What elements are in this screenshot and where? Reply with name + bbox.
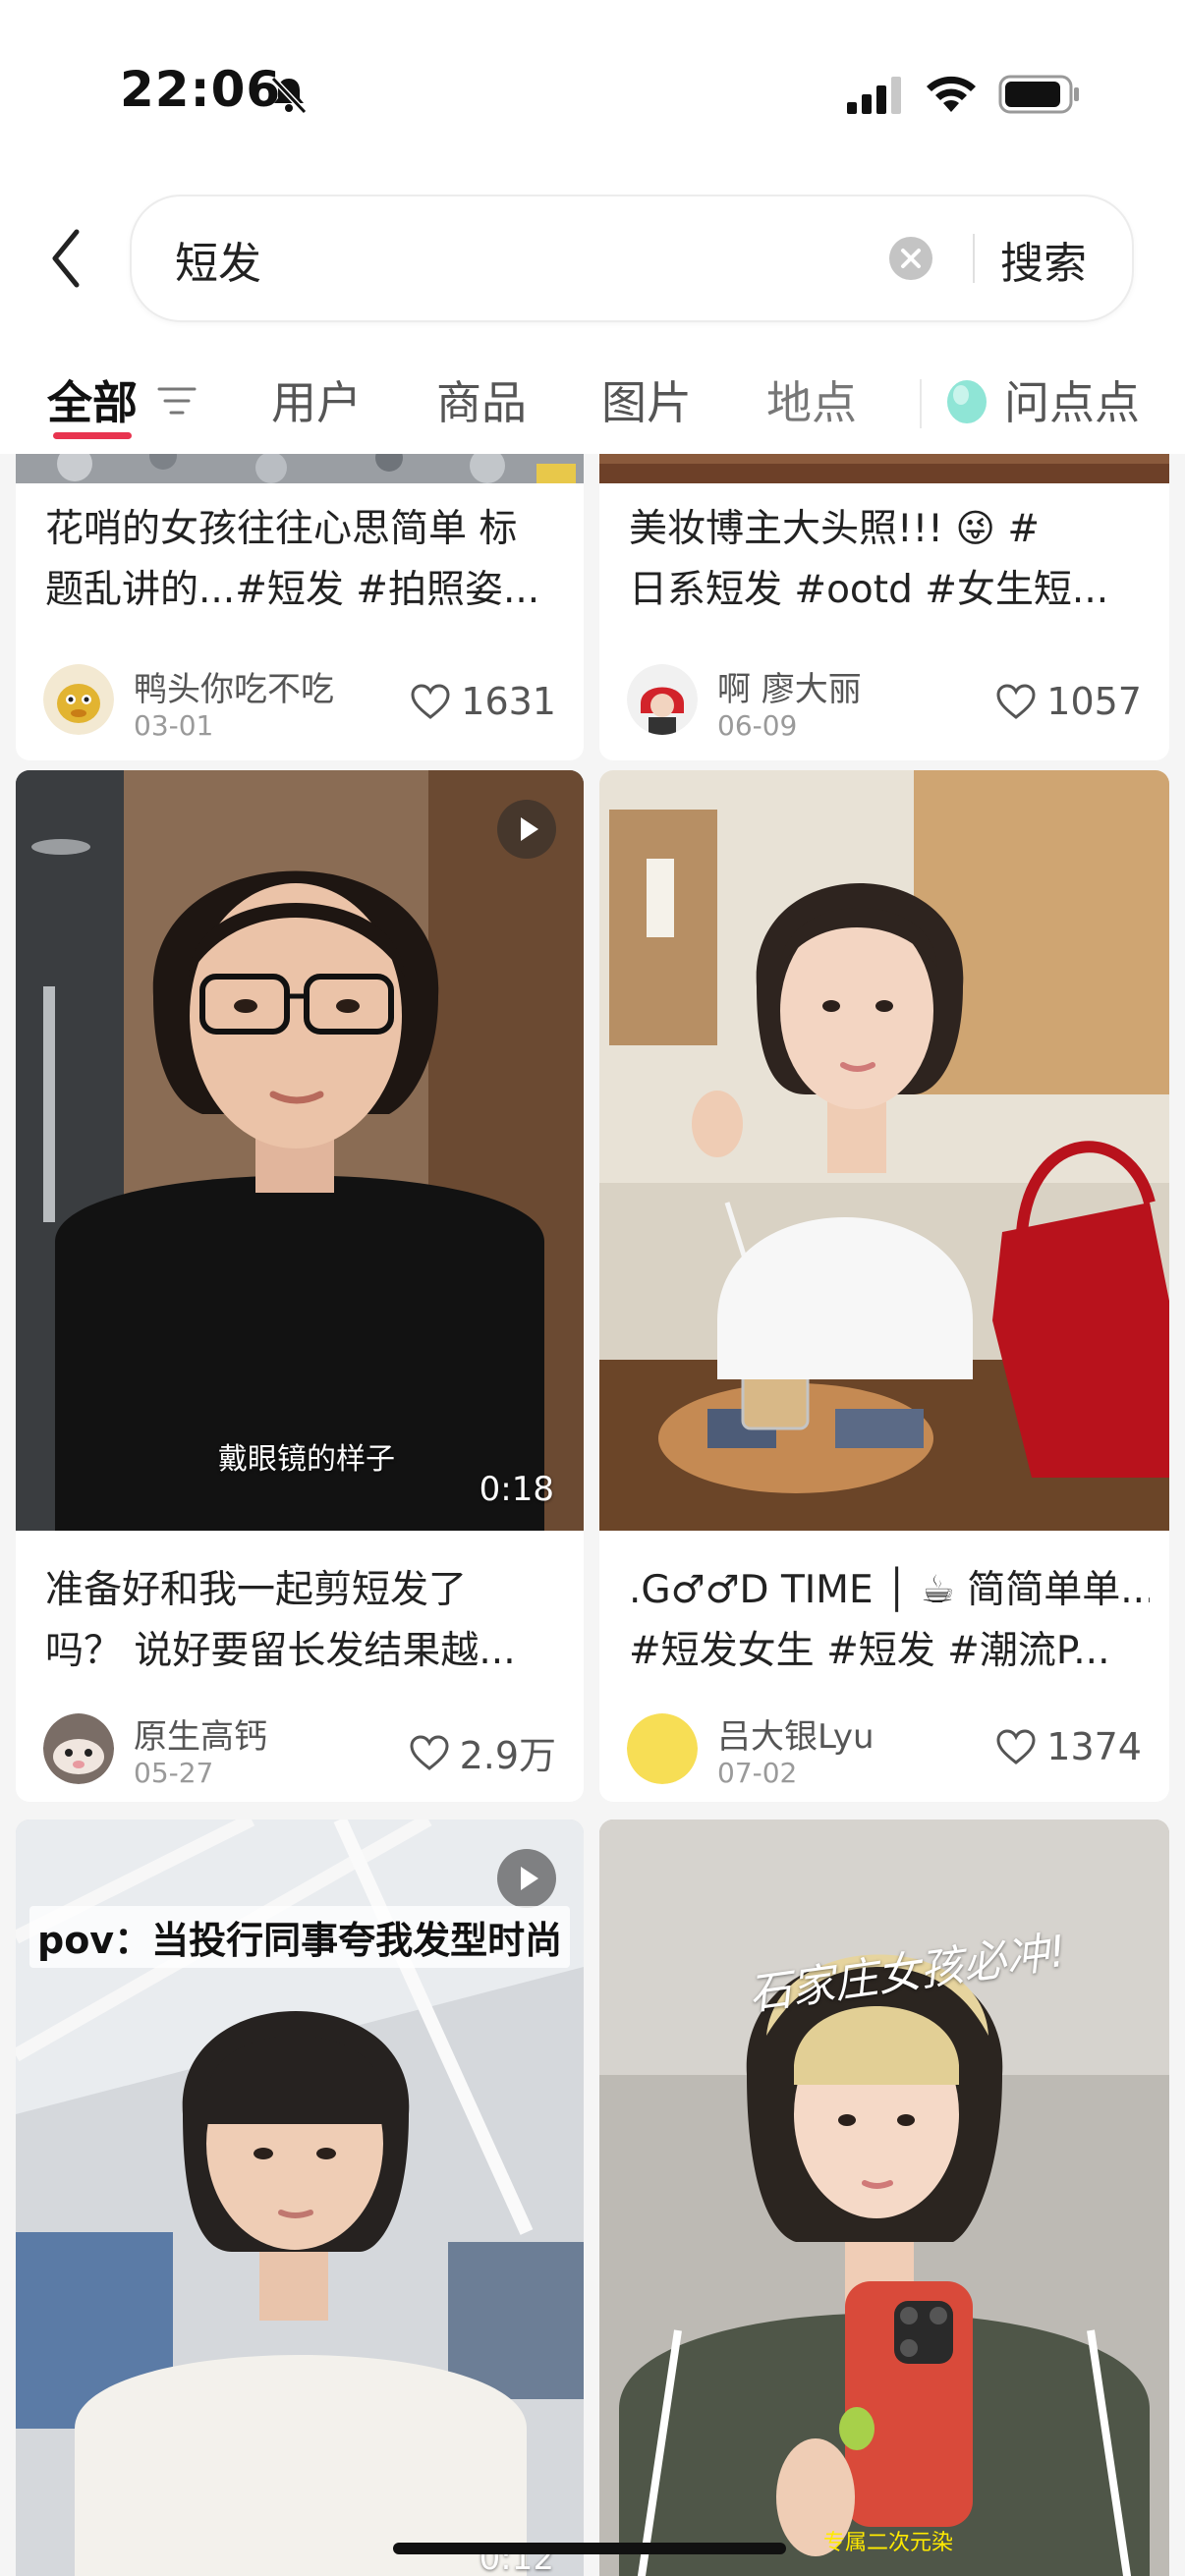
tab-users[interactable]: 用户 [271,367,362,432]
video-caption: 戴眼镜的样子 [218,1442,395,1477]
note-card[interactable]: 戴眼镜的样子 0:18 准备好和我一起剪短发了 吗？ 说好要留长发结果越... … [16,770,584,1802]
author-avatar[interactable] [43,664,114,735]
app-root: 22:06 短发 搜索 全部 用户 商品 图片 地点 问点点 花哨的女孩往往心思… [0,0,1185,2576]
author-name[interactable]: 吕大银Lyu [717,1709,875,1758]
header: 22:06 短发 搜索 全部 用户 商品 图片 地点 问点点 [0,0,1185,454]
author-avatar[interactable] [627,664,698,735]
tab-places[interactable]: 地点 [766,367,857,432]
note-card[interactable]: pov：当投行同事夸我发型时尚 0:12 [16,1820,584,2576]
search-divider [973,234,975,283]
results-feed[interactable]: 花哨的女孩往往心思简单 标 题乱讲的...#短发 #拍照姿... 鸭头你吃不吃 … [0,454,1185,2576]
author-avatar[interactable] [627,1713,698,1784]
tab-images[interactable]: 图片 [601,367,692,432]
card-cover-image [16,454,584,483]
card-title-line: 美妆博主大头照!!! 😜 # [629,507,1041,551]
filter-icon[interactable] [157,381,197,420]
like-button[interactable]: 2.9万 [409,1725,556,1779]
card-title-line: 日系短发 #ootd #女生短... [629,568,1109,612]
wifi-icon [927,76,976,112]
card-title-line: 题乱讲的...#短发 #拍照姿... [45,568,540,612]
like-count: 1374 [1046,1725,1142,1768]
tab-divider [920,379,922,428]
battery-icon [998,75,1079,114]
card-cover-image [16,770,584,1531]
search-button[interactable]: 搜索 [1000,228,1087,291]
card-title-line: #短发女生 #短发 #潮流P... [629,1629,1110,1673]
diandian-icon [947,380,987,423]
post-date: 05-27 [134,1757,214,1789]
like-count: 1057 [1046,680,1142,723]
like-button[interactable]: 1631 [410,680,556,723]
card-title-line: 吗？ 说好要留长发结果越... [45,1629,516,1673]
heart-icon [996,1729,1036,1764]
author-name[interactable]: 啊 廖大丽 [717,662,862,710]
card-title: .G♂♂D TIME │ ☕ 简简单单... #短发女生 #短发 #潮流P... [629,1560,1150,1682]
search-box[interactable] [130,195,1134,322]
note-card[interactable]: .G♂♂D TIME │ ☕ 简简单单... #短发女生 #短发 #潮流P...… [599,770,1169,1802]
card-title-line: 准备好和我一起剪短发了 [45,1568,468,1612]
heart-icon [411,684,450,719]
author-name[interactable]: 原生高钙 [134,1709,267,1758]
play-icon [497,800,556,859]
note-card[interactable]: 石家庄女孩必冲! 专属二次元染 [599,1820,1169,2576]
bell-muted-icon [270,76,308,115]
search-input[interactable]: 短发 [175,228,261,291]
tab-active-indicator [53,432,132,439]
play-icon [497,1849,556,1908]
card-title: 准备好和我一起剪短发了 吗？ 说好要留长发结果越... [45,1560,566,1682]
heart-icon [996,684,1036,719]
video-caption: pov：当投行同事夸我发型时尚 [29,1906,571,1968]
card-title-line: .G♂♂D TIME │ ☕ 简简单单... [629,1568,1150,1612]
like-button[interactable]: 1374 [995,1725,1142,1768]
author-name[interactable]: 鸭头你吃不吃 [134,662,334,710]
tab-bar: 全部 用户 商品 图片 地点 问点点 [0,354,1185,452]
tab-all[interactable]: 全部 [47,367,138,432]
heart-icon [410,1734,449,1770]
image-sticker-text: 专属二次元染 [823,2531,954,2555]
back-chevron-icon[interactable] [45,224,88,293]
post-date: 06-09 [717,709,798,742]
status-time: 22:06 [120,61,282,118]
tab-diandian[interactable]: 问点点 [1004,367,1140,432]
cell-signal-icon [847,77,901,114]
post-date: 07-02 [717,1757,798,1789]
author-avatar[interactable] [43,1713,114,1784]
tab-products[interactable]: 商品 [436,367,527,432]
like-button[interactable]: 1057 [995,680,1142,723]
card-title-line: 花哨的女孩往往心思简单 标 [45,507,518,551]
like-count: 1631 [461,680,556,723]
video-duration: 0:18 [479,1470,554,1509]
card-cover-image [599,454,1169,483]
note-card[interactable]: 花哨的女孩往往心思简单 标 题乱讲的...#短发 #拍照姿... 鸭头你吃不吃 … [16,454,584,760]
like-count: 2.9万 [459,1734,556,1777]
card-title: 花哨的女孩往往心思简单 标 题乱讲的...#短发 #拍照姿... [45,499,566,621]
card-cover-image [599,1820,1169,2576]
post-date: 03-01 [134,709,214,742]
card-cover-image [599,770,1169,1531]
card-title: 美妆博主大头照!!! 😜 # 日系短发 #ootd #女生短... [629,499,1150,621]
home-indicator[interactable] [393,2543,786,2554]
clear-icon[interactable] [888,236,933,281]
note-card[interactable]: 美妆博主大头照!!! 😜 # 日系短发 #ootd #女生短... 啊 廖大丽 … [599,454,1169,760]
